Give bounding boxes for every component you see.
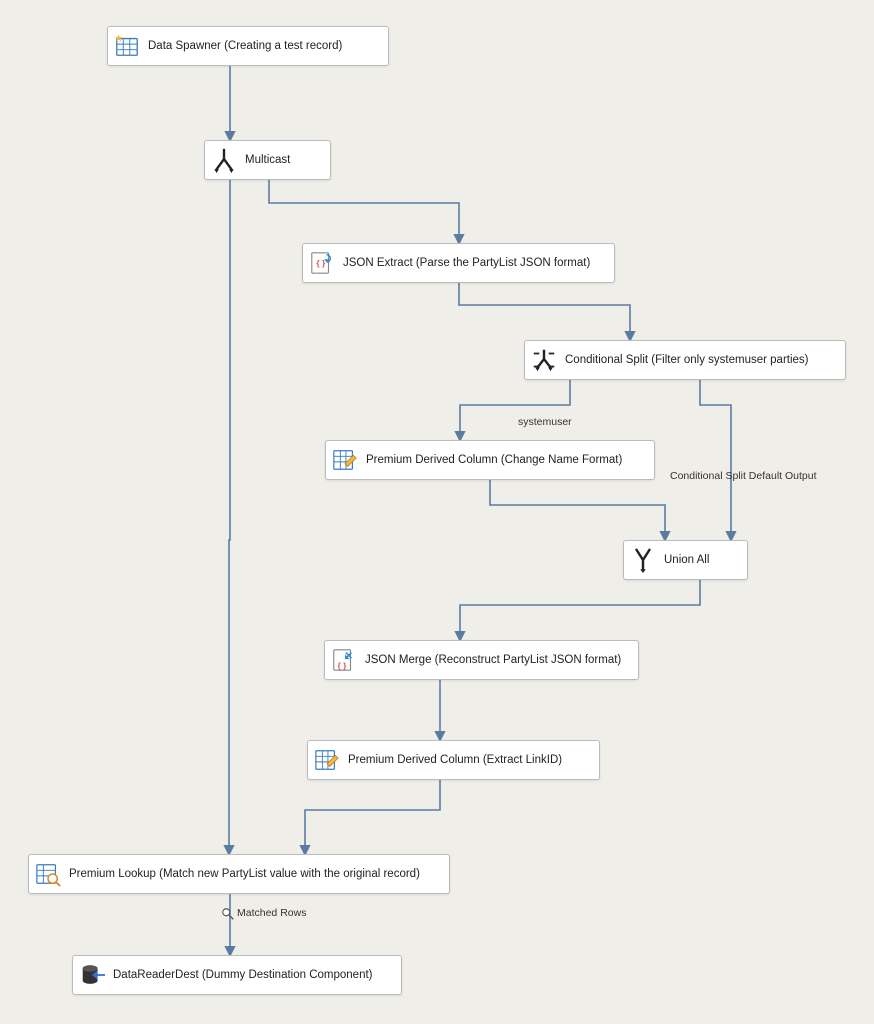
node-label: JSON Merge (Reconstruct PartyList JSON f… bbox=[365, 654, 621, 666]
derived-column-icon bbox=[332, 447, 358, 473]
node-derived-change-name[interactable]: Premium Derived Column (Change Name Form… bbox=[325, 440, 655, 480]
json-extract-icon: { } bbox=[309, 250, 335, 276]
node-data-spawner[interactable]: Data Spawner (Creating a test record) bbox=[107, 26, 389, 66]
node-premium-lookup[interactable]: Premium Lookup (Match new PartyList valu… bbox=[28, 854, 450, 894]
node-label: DataReaderDest (Dummy Destination Compon… bbox=[113, 969, 373, 981]
node-union-all[interactable]: Union All bbox=[623, 540, 748, 580]
node-json-extract[interactable]: { } JSON Extract (Parse the PartyList JS… bbox=[302, 243, 615, 283]
node-multicast[interactable]: Multicast bbox=[204, 140, 331, 180]
node-derived-linkid[interactable]: Premium Derived Column (Extract LinkID) bbox=[307, 740, 600, 780]
node-label: JSON Extract (Parse the PartyList JSON f… bbox=[343, 257, 590, 269]
svg-text:{ }: { } bbox=[338, 660, 348, 670]
node-label: Multicast bbox=[245, 154, 290, 166]
union-all-icon bbox=[630, 547, 656, 573]
node-label: Union All bbox=[664, 554, 709, 566]
node-label: Conditional Split (Filter only systemuse… bbox=[565, 354, 809, 366]
derived-column-icon bbox=[314, 747, 340, 773]
node-json-merge[interactable]: { } JSON Merge (Reconstruct PartyList JS… bbox=[324, 640, 639, 680]
json-merge-icon: { } bbox=[331, 647, 357, 673]
node-datareader-dest[interactable]: DataReaderDest (Dummy Destination Compon… bbox=[72, 955, 402, 995]
database-dest-icon bbox=[79, 962, 105, 988]
svg-text:{ }: { } bbox=[316, 258, 326, 268]
node-label: Premium Derived Column (Change Name Form… bbox=[366, 454, 622, 466]
magnifier-icon bbox=[221, 907, 235, 921]
node-label: Data Spawner (Creating a test record) bbox=[148, 40, 342, 52]
node-label: Premium Lookup (Match new PartyList valu… bbox=[69, 868, 420, 880]
table-star-icon bbox=[114, 33, 140, 59]
edge-label-systemuser: systemuser bbox=[518, 416, 572, 428]
conditional-split-icon bbox=[531, 347, 557, 373]
lookup-icon bbox=[35, 861, 61, 887]
node-conditional-split[interactable]: Conditional Split (Filter only systemuse… bbox=[524, 340, 846, 380]
edge-label-default-output: Conditional Split Default Output bbox=[670, 470, 817, 482]
edge-label-matched-rows: Matched Rows bbox=[237, 907, 306, 919]
multicast-icon bbox=[211, 147, 237, 173]
node-label: Premium Derived Column (Extract LinkID) bbox=[348, 754, 562, 766]
